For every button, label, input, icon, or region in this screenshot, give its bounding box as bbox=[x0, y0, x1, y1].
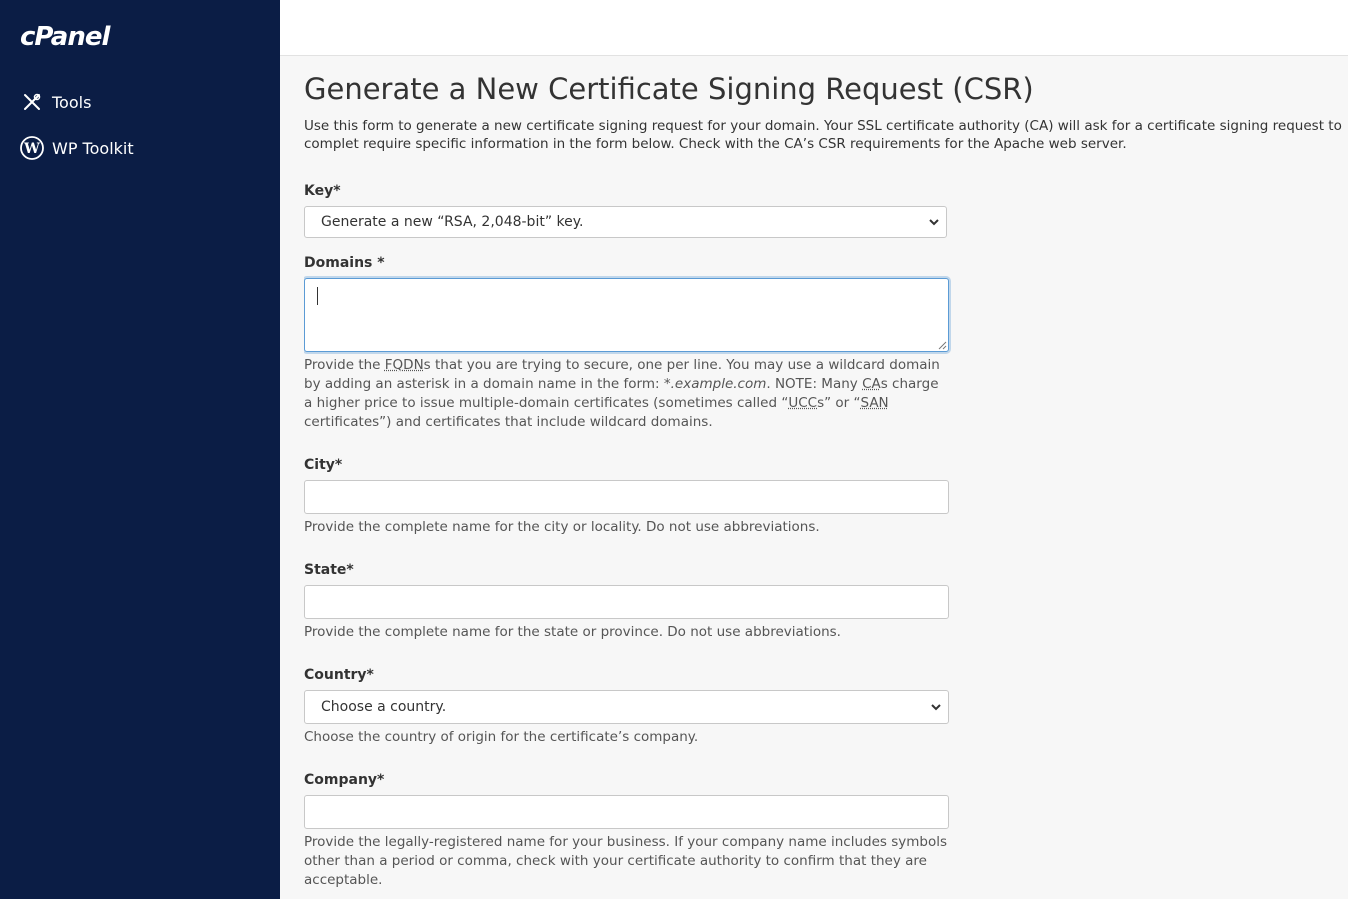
state-label: State* bbox=[304, 562, 354, 578]
sidebar-item-tools[interactable]: Tools bbox=[20, 87, 91, 117]
city-label: City* bbox=[304, 457, 343, 473]
domains-textarea[interactable] bbox=[304, 278, 949, 352]
state-input[interactable] bbox=[304, 585, 949, 619]
domains-label: Domains * bbox=[304, 255, 385, 271]
country-help: Choose the country of origin for the cer… bbox=[304, 729, 699, 745]
key-select-value: Generate a new “RSA, 2,048-bit” key. bbox=[321, 214, 584, 230]
company-help: Provide the legally-registered name for … bbox=[304, 834, 948, 888]
company-label: Company* bbox=[304, 772, 385, 788]
country-select-value: Choose a country. bbox=[321, 699, 447, 715]
sidebar-item-label: WP Toolkit bbox=[52, 138, 134, 158]
ca-abbr: CA bbox=[862, 376, 881, 392]
main-content: Generate a New Certificate Signing Reque… bbox=[304, 55, 1348, 899]
resize-handle-icon[interactable] bbox=[938, 341, 947, 350]
page-description: Use this form to generate a new certific… bbox=[304, 118, 1342, 152]
country-select[interactable]: Choose a country. bbox=[304, 690, 949, 724]
text-caret bbox=[317, 287, 318, 305]
sidebar: cPanel Tools W WP Toolkit bbox=[0, 0, 280, 899]
sidebar-item-wp-toolkit[interactable]: W WP Toolkit bbox=[20, 133, 134, 163]
san-abbr: SAN bbox=[860, 395, 889, 411]
city-input[interactable] bbox=[304, 480, 949, 514]
country-label: Country* bbox=[304, 667, 374, 683]
page-title: Generate a New Certificate Signing Reque… bbox=[304, 72, 1034, 106]
fqdn-abbr: FQDN bbox=[384, 357, 424, 373]
state-help: Provide the complete name for the state … bbox=[304, 624, 841, 640]
wordpress-icon: W bbox=[20, 136, 44, 160]
chevron-down-icon bbox=[931, 704, 941, 711]
ucc-abbr: UCC bbox=[788, 395, 818, 411]
chevron-down-icon bbox=[929, 219, 939, 226]
domains-help: Provide the FQDNs that you are trying to… bbox=[304, 357, 940, 430]
sidebar-item-label: Tools bbox=[52, 92, 92, 112]
city-help: Provide the complete name for the city o… bbox=[304, 519, 820, 535]
key-label: Key* bbox=[304, 183, 341, 199]
svg-text:W: W bbox=[23, 141, 40, 157]
company-input[interactable] bbox=[304, 795, 949, 829]
top-bar bbox=[280, 0, 1348, 56]
tools-icon bbox=[20, 90, 44, 114]
key-select[interactable]: Generate a new “RSA, 2,048-bit” key. bbox=[304, 206, 947, 238]
cpanel-logo[interactable]: cPanel bbox=[20, 22, 110, 52]
